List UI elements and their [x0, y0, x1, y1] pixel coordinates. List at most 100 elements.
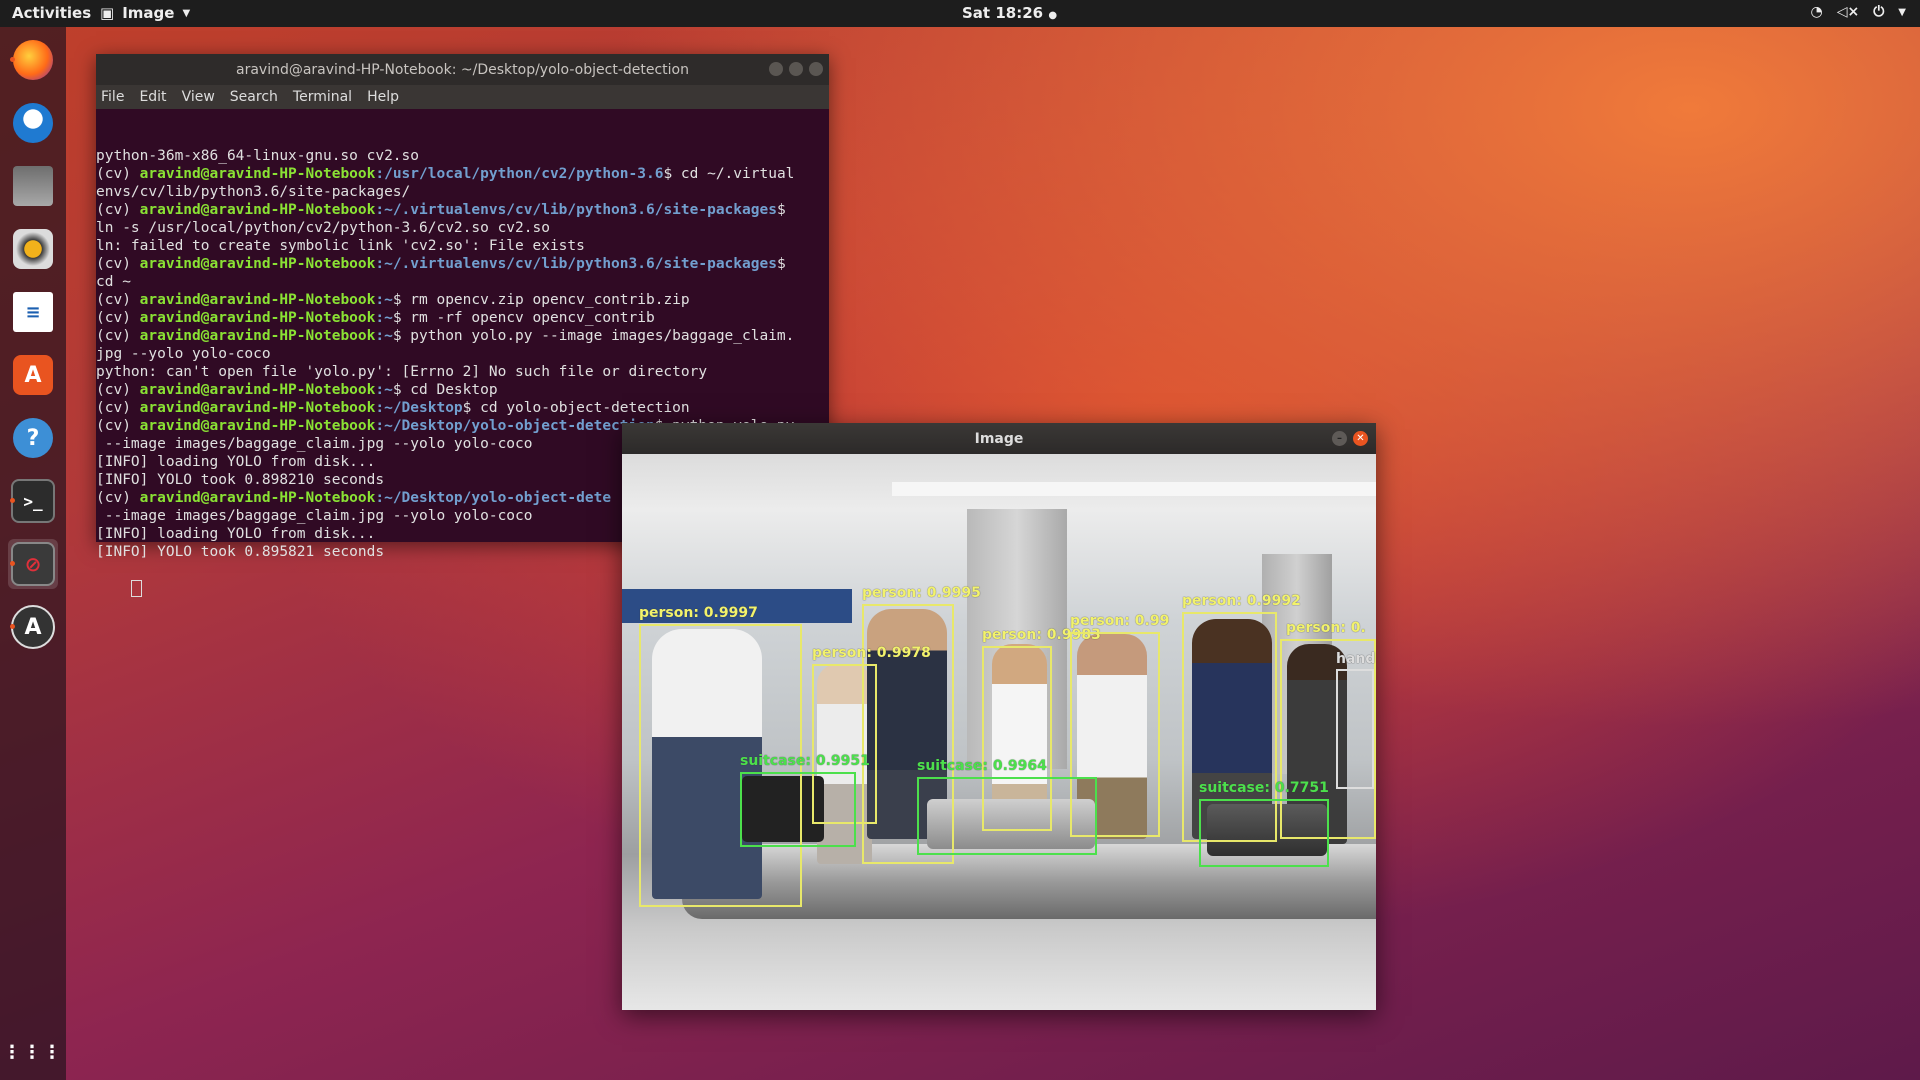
terminal-line-pre: (cv): [96, 310, 140, 326]
terminal-line-pre: jpg --yolo yolo-coco: [96, 346, 271, 362]
wifi-icon: ◔: [1810, 4, 1823, 20]
help-icon: ?: [13, 418, 53, 458]
text-cursor: [130, 579, 142, 597]
show-applications-button[interactable]: ⋮⋮⋮: [3, 1027, 63, 1077]
terminal-line-pre: python-36m-x86_64-linux-gnu.so cv2.so: [96, 148, 420, 164]
image-window-title: Image: [974, 430, 1024, 447]
terminal-title: aravind@aravind-HP-Notebook: ~/Desktop/y…: [236, 61, 689, 78]
terminal-line: envs/cv/lib/python3.6/site-packages/: [96, 183, 829, 201]
terminal-line-user: aravind@aravind-HP-Notebook: [139, 202, 376, 218]
running-indicator-icon: [10, 498, 15, 503]
writer-icon: ≡: [13, 292, 53, 332]
ceiling-beam: [892, 482, 1376, 496]
terminal-line: (cv) aravind@aravind-HP-Notebook:~/.virt…: [96, 201, 829, 219]
image-window[interactable]: Image – ✕ person: 0.9997 person: 0.9995 …: [622, 423, 1376, 1010]
terminal-line-path: :~: [375, 292, 393, 308]
detection-photo: person: 0.9997 person: 0.9995 person: 0.…: [622, 454, 1376, 1010]
dock-item-software[interactable]: A: [8, 350, 58, 400]
terminal-line-pre: (cv): [96, 328, 140, 344]
dock-item-writer[interactable]: ≡: [8, 287, 58, 337]
dock-item-files[interactable]: [8, 161, 58, 211]
clock[interactable]: Sat 18:26 ●: [962, 4, 1057, 22]
terminal-line-post: $ cd yolo-object-detection: [462, 400, 690, 416]
dock-item-thunderbird[interactable]: [8, 98, 58, 148]
terminal-line: ln -s /usr/local/python/cv2/python-3.6/c…: [96, 219, 829, 237]
close-button[interactable]: [809, 62, 823, 76]
menu-help[interactable]: Help: [367, 89, 399, 105]
minimize-button[interactable]: [769, 62, 783, 76]
suitcase-detection-box: [917, 777, 1097, 855]
dock: ≡ A ? >_ ⊘ A ⋮⋮⋮: [0, 27, 66, 1080]
terminal-line: (cv) aravind@aravind-HP-Notebook:~$ rm -…: [96, 309, 829, 327]
terminal-line-user: aravind@aravind-HP-Notebook: [139, 310, 376, 326]
terminal-line-post: $ rm opencv.zip opencv_contrib.zip: [392, 292, 690, 308]
terminal-titlebar[interactable]: aravind@aravind-HP-Notebook: ~/Desktop/y…: [96, 54, 829, 85]
terminal-line-path: :~/Desktop: [375, 400, 463, 416]
terminal-line-path: :~: [375, 382, 393, 398]
menu-terminal[interactable]: Terminal: [293, 89, 352, 105]
terminal-line-pre: --image images/baggage_claim.jpg --yolo …: [96, 436, 533, 452]
terminal-icon: >_: [11, 479, 55, 523]
terminal-line-pre: python: can't open file 'yolo.py': [Errn…: [96, 364, 708, 380]
terminal-line-path: :~/.virtualenvs/cv/lib/python3.6/site-pa…: [375, 256, 777, 272]
terminal-line-pre: (cv): [96, 202, 140, 218]
dock-item-image-viewer[interactable]: ⊘: [8, 539, 58, 589]
terminal-line-path: :/usr/local/python/cv2/python-3.6: [375, 166, 664, 182]
terminal-line-pre: (cv): [96, 166, 140, 182]
terminal-line-pre: (cv): [96, 382, 140, 398]
detection-label: person: 0.9992: [1182, 593, 1301, 609]
thunderbird-icon: [13, 103, 53, 143]
detection-label: suitcase: 0.9964: [917, 758, 1047, 774]
minimize-button[interactable]: –: [1332, 431, 1347, 446]
terminal-line-pre: ln: failed to create symbolic link 'cv2.…: [96, 238, 585, 254]
dock-item-terminal[interactable]: >_: [8, 476, 58, 526]
chevron-down-icon: ▼: [1898, 6, 1906, 18]
dock-item-software-updater[interactable]: A: [8, 602, 58, 652]
terminal-line-pre: (cv): [96, 256, 140, 272]
close-button[interactable]: ✕: [1353, 431, 1368, 446]
menu-search[interactable]: Search: [230, 89, 278, 105]
terminal-line-pre: [INFO] YOLO took 0.898210 seconds: [96, 472, 385, 488]
menu-file[interactable]: File: [101, 89, 124, 105]
running-indicator-icon: [10, 624, 15, 629]
running-indicator-icon: [10, 57, 15, 62]
terminal-line-post: $: [776, 202, 786, 218]
detection-label: handb: [1336, 651, 1376, 667]
show-applications-icon: ⋮⋮⋮: [3, 1041, 63, 1063]
dock-item-help[interactable]: ?: [8, 413, 58, 463]
software-updater-icon: A: [11, 605, 55, 649]
terminal-line-pre: [INFO] loading YOLO from disk...: [96, 454, 376, 470]
terminal-line-path: :~: [375, 328, 393, 344]
menu-view[interactable]: View: [182, 89, 215, 105]
clock-label: Sat 18:26: [962, 4, 1044, 22]
terminal-line-user: aravind@aravind-HP-Notebook: [139, 418, 376, 434]
system-tray[interactable]: ◔ ◁× ⏻ ▼: [1811, 4, 1907, 20]
terminal-menubar: File Edit View Search Terminal Help: [96, 85, 829, 109]
image-window-titlebar[interactable]: Image – ✕: [622, 423, 1376, 454]
terminal-line: (cv) aravind@aravind-HP-Notebook:~$ rm o…: [96, 291, 829, 309]
terminal-line-user: aravind@aravind-HP-Notebook: [139, 328, 376, 344]
terminal-line-post: $: [776, 256, 786, 272]
rhythmbox-icon: [13, 229, 53, 269]
terminal-line-pre: --image images/baggage_claim.jpg --yolo …: [96, 508, 533, 524]
dock-item-firefox[interactable]: [8, 35, 58, 85]
terminal-line-pre: [INFO] YOLO took 0.895821 seconds: [96, 544, 385, 560]
terminal-line-pre: (cv): [96, 292, 140, 308]
chevron-down-icon: ▼: [182, 7, 191, 19]
terminal-line-user: aravind@aravind-HP-Notebook: [139, 400, 376, 416]
activities-button[interactable]: Activities: [12, 4, 91, 22]
maximize-button[interactable]: [789, 62, 803, 76]
terminal-line: python: can't open file 'yolo.py': [Errn…: [96, 363, 829, 381]
detection-label: suitcase: 0.9951: [740, 753, 870, 769]
terminal-line-user: aravind@aravind-HP-Notebook: [139, 382, 376, 398]
terminal-line-path: :~/.virtualenvs/cv/lib/python3.6/site-pa…: [375, 202, 777, 218]
dock-item-rhythmbox[interactable]: [8, 224, 58, 274]
terminal-line-path: :~/Desktop/yolo-object-detection: [375, 418, 655, 434]
menu-edit[interactable]: Edit: [139, 89, 166, 105]
terminal-line-post: $ cd Desktop: [392, 382, 498, 398]
terminal-line: (cv) aravind@aravind-HP-Notebook:~/.virt…: [96, 255, 829, 273]
app-menu[interactable]: ▣ Image ▼: [100, 4, 190, 22]
terminal-line: (cv) aravind@aravind-HP-Notebook:~/Deskt…: [96, 399, 829, 417]
image-viewer-icon: ⊘: [11, 542, 55, 586]
terminal-line-pre: (cv): [96, 490, 140, 506]
